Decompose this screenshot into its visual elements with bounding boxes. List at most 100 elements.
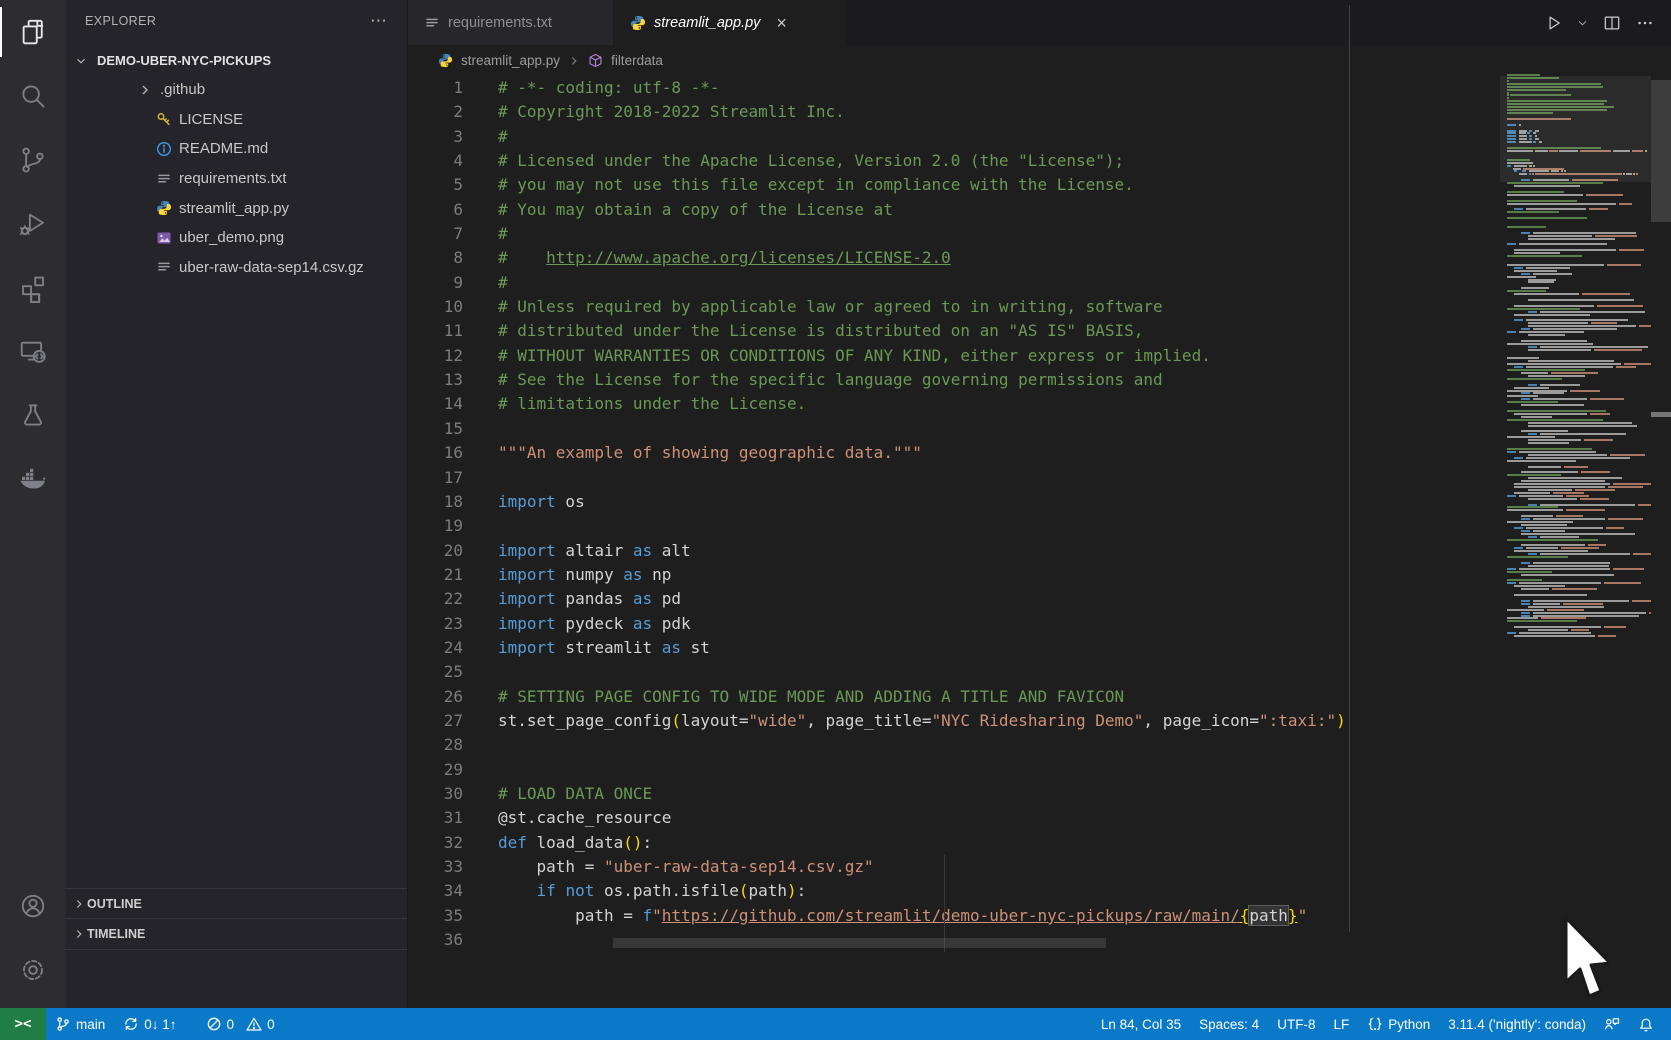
line-number[interactable]: 29: [408, 758, 463, 782]
code-line[interactable]: 7#: [408, 222, 1671, 246]
line-number[interactable]: 34: [408, 879, 463, 903]
explorer-more-actions-icon[interactable]: ⋯: [370, 11, 389, 31]
file-item-license[interactable]: LICENSE: [65, 105, 407, 135]
source-control-icon[interactable]: [0, 128, 65, 192]
line-number[interactable]: 12: [408, 344, 463, 368]
line-number[interactable]: 7: [408, 222, 463, 246]
outline-section[interactable]: OUTLINE: [65, 888, 407, 919]
line-number[interactable]: 24: [408, 636, 463, 660]
status-bell[interactable]: [1629, 1008, 1663, 1040]
breadcrumb-item[interactable]: streamlit_app.py: [461, 53, 560, 68]
status-branch[interactable]: main: [46, 1008, 114, 1040]
line-number[interactable]: 25: [408, 660, 463, 684]
docker-icon[interactable]: [0, 448, 65, 512]
run-icon[interactable]: [1543, 13, 1563, 33]
code-line[interactable]: 15: [408, 417, 1671, 441]
line-number[interactable]: 27: [408, 709, 463, 733]
code-line[interactable]: 14# limitations under the License.: [408, 392, 1671, 416]
search-icon[interactable]: [0, 64, 65, 128]
explorer-icon[interactable]: [0, 0, 65, 64]
code-line[interactable]: 18import os: [408, 490, 1671, 514]
code-line[interactable]: 27st.set_page_config(layout="wide", page…: [408, 709, 1671, 733]
line-number[interactable]: 36: [408, 928, 463, 952]
line-number[interactable]: 32: [408, 831, 463, 855]
line-number[interactable]: 6: [408, 198, 463, 222]
file-item-streamlit-app-py[interactable]: streamlit_app.py: [65, 193, 407, 223]
code-line[interactable]: 33 path = "uber-raw-data-sep14.csv.gz": [408, 855, 1671, 879]
status-feedback[interactable]: [1595, 1008, 1629, 1040]
breadcrumb[interactable]: streamlit_app.py filterdata: [408, 45, 1671, 76]
line-number[interactable]: 17: [408, 466, 463, 490]
file-item-requirements-txt[interactable]: requirements.txt: [65, 164, 407, 194]
line-number[interactable]: 8: [408, 246, 463, 270]
code-line[interactable]: 23import pydeck as pdk: [408, 612, 1671, 636]
run-dropdown-icon[interactable]: [1576, 13, 1589, 33]
code-line[interactable]: 1# -*- coding: utf-8 -*-: [408, 76, 1671, 100]
code-line[interactable]: 29: [408, 758, 1671, 782]
vertical-scrollbar-thumb[interactable]: [1651, 80, 1671, 222]
code-line[interactable]: 10# Unless required by applicable law or…: [408, 295, 1671, 319]
minimap[interactable]: [1505, 74, 1651, 640]
remote-explorer-icon[interactable]: [0, 320, 65, 384]
line-number[interactable]: 14: [408, 392, 463, 416]
line-number[interactable]: 9: [408, 271, 463, 295]
status-utf-8[interactable]: UTF-8: [1268, 1008, 1324, 1040]
code-line[interactable]: 24import streamlit as st: [408, 636, 1671, 660]
line-number[interactable]: 5: [408, 173, 463, 197]
line-number[interactable]: 28: [408, 733, 463, 757]
horizontal-scrollbar-thumb[interactable]: [613, 938, 1106, 948]
close-icon[interactable]: ×: [774, 14, 789, 32]
code-line[interactable]: 26# SETTING PAGE CONFIG TO WIDE MODE AND…: [408, 685, 1671, 709]
code-line[interactable]: 28: [408, 733, 1671, 757]
code-line[interactable]: 13# See the License for the specific lan…: [408, 368, 1671, 392]
code-line[interactable]: 30# LOAD DATA ONCE: [408, 782, 1671, 806]
line-number[interactable]: 1: [408, 76, 463, 100]
code-line[interactable]: 25: [408, 660, 1671, 684]
code-line[interactable]: 31@st.cache_resource: [408, 806, 1671, 830]
timeline-section[interactable]: TIMELINE: [65, 918, 407, 950]
line-number[interactable]: 16: [408, 441, 463, 465]
line-number[interactable]: 20: [408, 539, 463, 563]
status-braces[interactable]: Python: [1358, 1008, 1439, 1040]
code-line[interactable]: 6# You may obtain a copy of the License …: [408, 198, 1671, 222]
tab-streamlit-app-py[interactable]: streamlit_app.py×: [614, 0, 846, 45]
split-editor-icon[interactable]: [1602, 13, 1622, 33]
line-number[interactable]: 33: [408, 855, 463, 879]
code-line[interactable]: 17: [408, 466, 1671, 490]
line-number[interactable]: 31: [408, 806, 463, 830]
status-sync[interactable]: 0↓ 1↑: [114, 1008, 185, 1040]
breadcrumb-item[interactable]: filterdata: [611, 53, 663, 68]
code-line[interactable]: 16"""An example of showing geographic da…: [408, 441, 1671, 465]
line-number[interactable]: 19: [408, 514, 463, 538]
file-item-uber-raw-data-sep14-csv-gz[interactable]: uber-raw-data-sep14.csv.gz: [65, 253, 407, 283]
file-item-readme-md[interactable]: README.md: [65, 134, 407, 164]
line-number[interactable]: 3: [408, 125, 463, 149]
code-line[interactable]: 3#: [408, 125, 1671, 149]
line-number[interactable]: 21: [408, 563, 463, 587]
accounts-icon[interactable]: [0, 874, 65, 938]
line-number[interactable]: 2: [408, 100, 463, 124]
code-line[interactable]: 2# Copyright 2018-2022 Streamlit Inc.: [408, 100, 1671, 124]
remote-indicator[interactable]: ><: [0, 1008, 46, 1040]
testing-icon[interactable]: [0, 384, 65, 448]
code-line[interactable]: 34 if not os.path.isfile(path):: [408, 879, 1671, 903]
line-number[interactable]: 15: [408, 417, 463, 441]
line-number[interactable]: 10: [408, 295, 463, 319]
status-error[interactable]: 0: [200, 1008, 241, 1040]
code-line[interactable]: 8# http://www.apache.org/licenses/LICENS…: [408, 246, 1671, 270]
code-line[interactable]: 35 path = f"https://github.com/streamlit…: [408, 904, 1671, 928]
line-number[interactable]: 4: [408, 149, 463, 173]
status-ln-84-col-35[interactable]: Ln 84, Col 35: [1092, 1008, 1190, 1040]
line-number[interactable]: 30: [408, 782, 463, 806]
extensions-icon[interactable]: [0, 256, 65, 320]
code-line[interactable]: 22import pandas as pd: [408, 587, 1671, 611]
line-number[interactable]: 26: [408, 685, 463, 709]
status-warning[interactable]: 0: [240, 1008, 281, 1040]
line-number[interactable]: 35: [408, 904, 463, 928]
status-3-11-4-nightly-conda-[interactable]: 3.11.4 ('nightly': conda): [1439, 1008, 1595, 1040]
code-line[interactable]: 9#: [408, 271, 1671, 295]
status-lf[interactable]: LF: [1324, 1008, 1358, 1040]
status-spaces-4[interactable]: Spaces: 4: [1190, 1008, 1268, 1040]
line-number[interactable]: 13: [408, 368, 463, 392]
line-number[interactable]: 11: [408, 319, 463, 343]
